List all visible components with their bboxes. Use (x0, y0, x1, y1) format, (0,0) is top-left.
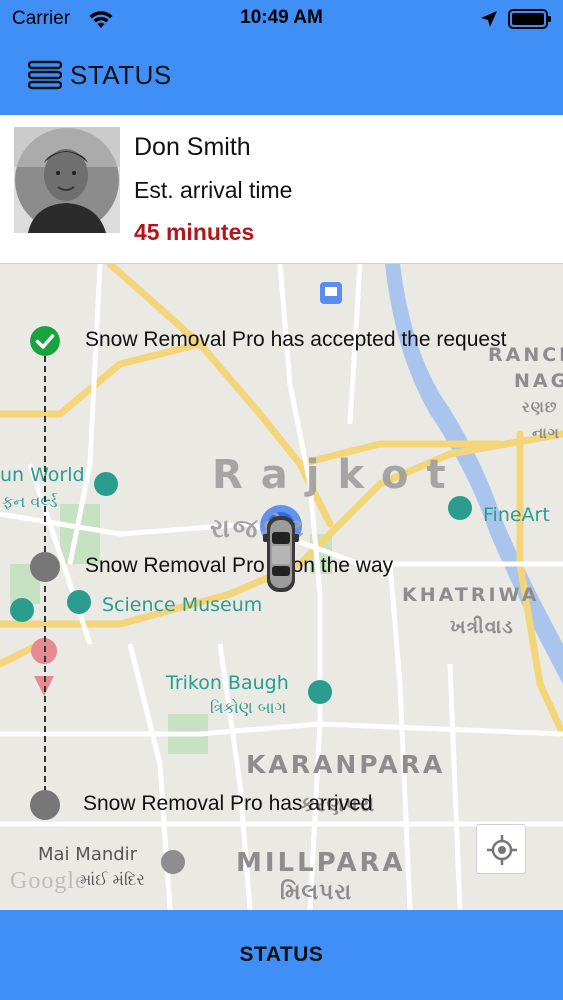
car-marker-icon (263, 516, 299, 592)
my-location-button[interactable] (476, 824, 526, 874)
google-logo: Google (10, 868, 87, 894)
avatar (14, 127, 120, 233)
map-label-science-museum: Science Museum (102, 594, 263, 616)
step-3-dot (30, 790, 60, 820)
menu-icon[interactable] (28, 60, 62, 90)
battery-icon (508, 9, 551, 29)
eta-label: Est. arrival time (134, 177, 293, 203)
step-2-label: Snow Removal Pro is on the way (85, 554, 394, 577)
map-label-fineart: FineArt (483, 504, 550, 526)
status-bar: Carrier 10:49 AM (0, 0, 563, 40)
step-done-icon (30, 326, 60, 356)
map-label-mai-mandir-local: માંઈ મંદિર (80, 870, 145, 889)
step-3-label: Snow Removal Pro has arrived (83, 792, 373, 815)
driver-name: Don Smith (134, 133, 251, 161)
step-1-label: Snow Removal Pro has accepted the reques… (85, 328, 507, 351)
clock: 10:49 AM (240, 7, 323, 28)
step-2-dot (30, 552, 60, 582)
map-label-city: Rajkot (212, 452, 464, 498)
status-button[interactable]: STATUS (0, 910, 563, 1000)
map-label-millpara-local: મિલપરા (280, 880, 353, 905)
map-label-trikon-baugh: Trikon Baugh (166, 672, 289, 694)
app-header: Carrier 10:49 AM STATUS (0, 0, 563, 115)
map-label-trikon-local: ત્રિકોણ બાગ (210, 698, 287, 717)
map-label-ranch-local1: રણછ (522, 398, 558, 416)
map-label-ranch-local2: નાગ (532, 424, 560, 442)
map-label-mai-mandir: Mai Mandir (38, 844, 138, 865)
location-arrow-icon (481, 11, 497, 27)
map-label-karanpara: KARANPARA (246, 750, 446, 779)
map-label-khatriwad-local: ખત્રીવાડ (450, 616, 514, 638)
map-label-khatriwad: KHATRIWA (402, 584, 540, 606)
driver-card: Don Smith Est. arrival time 45 minutes (0, 115, 563, 264)
map-view[interactable]: Rajkot રાજકોટ un World ફન વર્લ્ડ Science… (0, 264, 563, 910)
map-label-fun-world: un World (0, 464, 85, 486)
map-label-millpara: MILLPARA (236, 848, 406, 878)
page-title: STATUS (70, 60, 172, 90)
map-label-nag: NAG (514, 370, 563, 392)
crosshair-icon (487, 835, 517, 865)
map-label-fun-world-local: ફન વર્લ્ડ (2, 492, 58, 511)
bottom-bar: STATUS (0, 910, 563, 1000)
eta-value: 45 minutes (134, 219, 255, 245)
